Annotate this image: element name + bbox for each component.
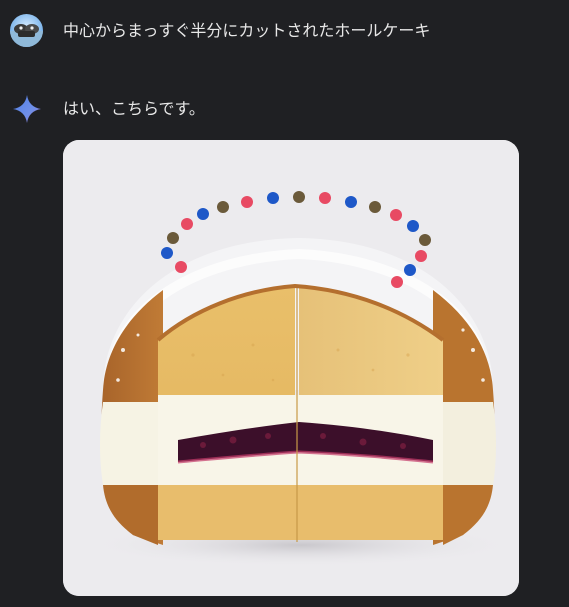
chat-thread: 中心からまっすぐ半分にカットされたホールケーキ はい、こちらです。	[0, 0, 569, 607]
user-message-text: 中心からまっすぐ半分にカットされたホールケーキ	[63, 21, 431, 40]
gemini-sparkle-icon	[12, 94, 42, 124]
user-turn: 中心からまっすぐ半分にカットされたホールケーキ	[0, 14, 569, 54]
user-avatar-icon[interactable]	[10, 14, 43, 47]
model-turn: はい、こちらです。	[0, 92, 569, 607]
model-response-text: はい、こちらです。	[63, 99, 205, 118]
cake-image[interactable]	[63, 140, 519, 596]
